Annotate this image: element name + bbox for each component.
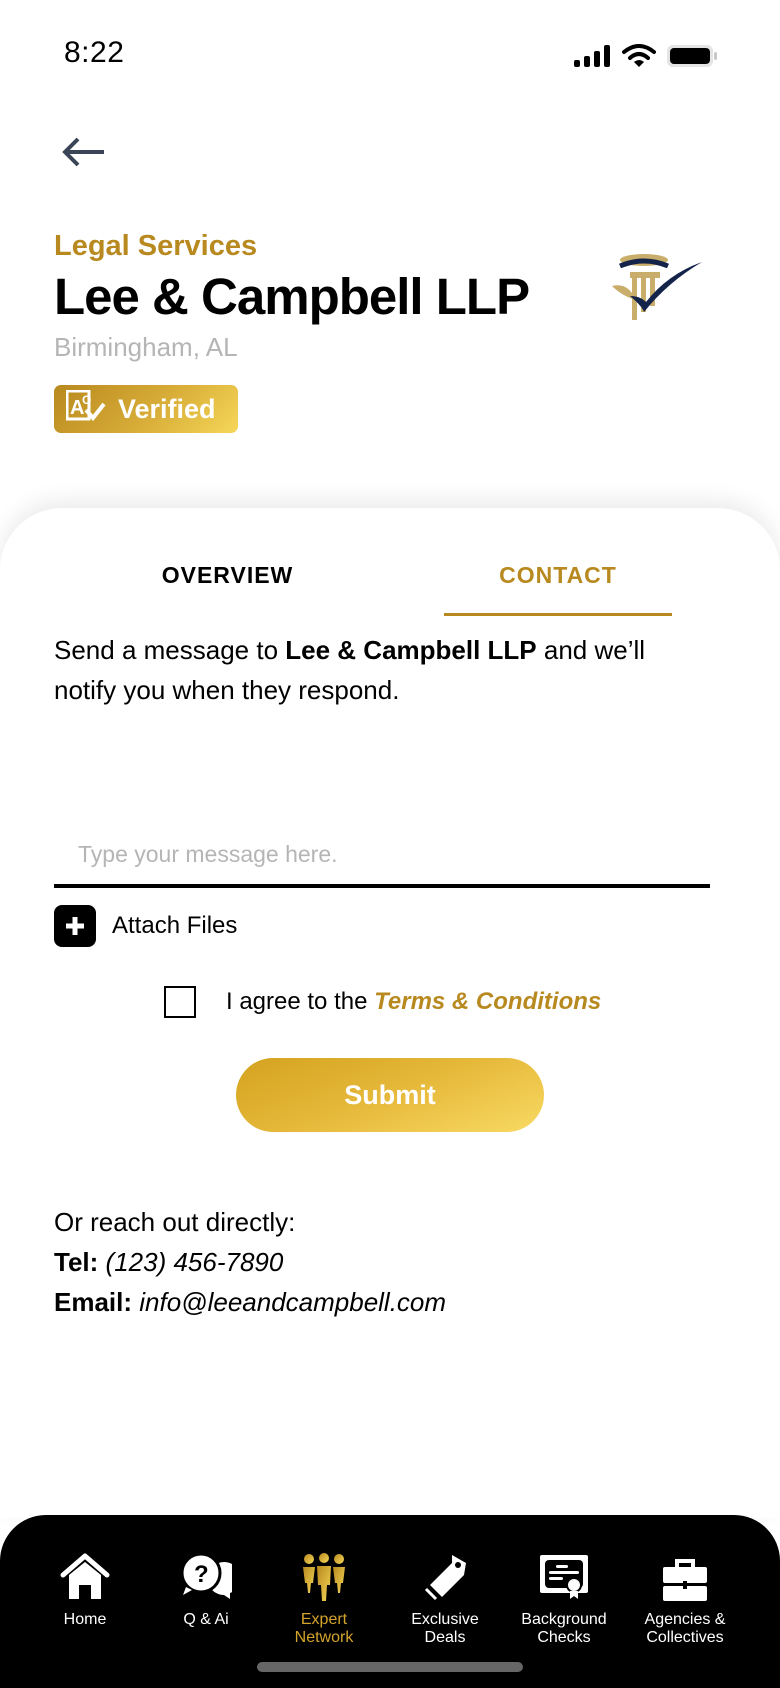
content-card: OVERVIEW CONTACT Send a message to Lee &…	[0, 508, 780, 1518]
nav-item-q-ai[interactable]: ? Q & Ai	[144, 1549, 268, 1629]
nav-item-expert-network[interactable]: Expert Network	[262, 1549, 386, 1647]
plus-icon	[54, 905, 96, 947]
svg-text:?: ?	[194, 1561, 209, 1588]
terms-checkbox[interactable]	[164, 986, 196, 1018]
email-value[interactable]: info@leeandcampbell.com	[139, 1287, 446, 1317]
question-chat-icon: ?	[180, 1549, 232, 1601]
tel-row: Tel: (123) 456-7890	[54, 1242, 446, 1282]
status-time: 8:22	[64, 36, 125, 69]
price-tag-icon	[422, 1549, 468, 1601]
nav-item-agencies-collectives[interactable]: Agencies & Collectives	[623, 1549, 747, 1647]
status-bar: 8:22	[0, 0, 780, 110]
submit-button[interactable]: Submit	[236, 1058, 544, 1132]
intro-prefix: Send a message to	[54, 635, 286, 665]
back-button[interactable]	[60, 134, 110, 174]
tel-label: Tel:	[54, 1247, 99, 1277]
email-row: Email: info@leeandcampbell.com	[54, 1282, 446, 1322]
attach-files-button[interactable]: Attach Files	[54, 905, 237, 947]
wifi-icon	[622, 44, 656, 73]
tab-bar: OVERVIEW CONTACT	[0, 534, 780, 616]
signal-icon	[574, 45, 612, 72]
attach-files-label: Attach Files	[112, 912, 238, 939]
tab-contact[interactable]: CONTACT	[444, 534, 672, 616]
tab-overview[interactable]: OVERVIEW	[100, 534, 355, 616]
nav-label-background-checks: Background Checks	[521, 1611, 607, 1646]
certificate-icon	[540, 1549, 588, 1601]
status-icons	[574, 44, 718, 73]
nav-label-exclusive-deals: Exclusive Deals	[411, 1611, 479, 1646]
verified-badge: AO Verified	[54, 385, 238, 433]
column-checkmark-logo	[608, 246, 708, 336]
ao-verified-icon: AO	[65, 389, 106, 429]
nav-item-background-checks[interactable]: Background Checks	[502, 1549, 626, 1647]
nav-item-home[interactable]: Home	[23, 1549, 147, 1629]
direct-heading: Or reach out directly:	[54, 1207, 296, 1237]
nav-item-exclusive-deals[interactable]: Exclusive Deals	[383, 1549, 507, 1647]
tel-value[interactable]: (123) 456-7890	[106, 1247, 284, 1277]
svg-text:O: O	[82, 393, 91, 407]
terms-link[interactable]: Terms & Conditions	[374, 988, 601, 1015]
nav-label-home: Home	[63, 1611, 107, 1628]
email-label: Email:	[54, 1287, 133, 1317]
verified-label: Verified	[118, 393, 216, 424]
battery-icon	[666, 44, 718, 73]
category-label: Legal Services	[54, 230, 258, 262]
message-input[interactable]	[54, 824, 710, 888]
terms-agreement: I agree to the Terms & Conditions	[164, 986, 601, 1018]
location-label: Birmingham, AL	[54, 332, 238, 362]
nav-label-expert-network: Expert Network	[294, 1611, 354, 1646]
company-name: Lee & Campbell LLP	[54, 268, 530, 325]
briefcase-icon	[663, 1549, 707, 1601]
bottom-nav: Home ? Q & Ai Expert Network Exclusive D…	[0, 1515, 780, 1688]
agree-prefix: I agree to the	[226, 988, 375, 1015]
agree-text: I agree to the Terms & Conditions	[226, 988, 601, 1016]
intro-company: Lee & Campbell LLP	[285, 635, 537, 665]
people-group-icon	[302, 1549, 346, 1601]
nav-label-agencies-collectives: Agencies & Collectives	[644, 1611, 726, 1646]
home-icon	[60, 1549, 110, 1601]
home-indicator[interactable]	[257, 1662, 523, 1672]
contact-intro: Send a message to Lee & Campbell LLP and…	[54, 630, 714, 710]
profile-header: Legal Services Lee & Campbell LLP Birmin…	[54, 230, 530, 433]
arrow-left-icon	[60, 136, 106, 173]
direct-contact: Or reach out directly: Tel: (123) 456-78…	[54, 1202, 446, 1322]
nav-label-q-ai: Q & Ai	[183, 1611, 229, 1628]
